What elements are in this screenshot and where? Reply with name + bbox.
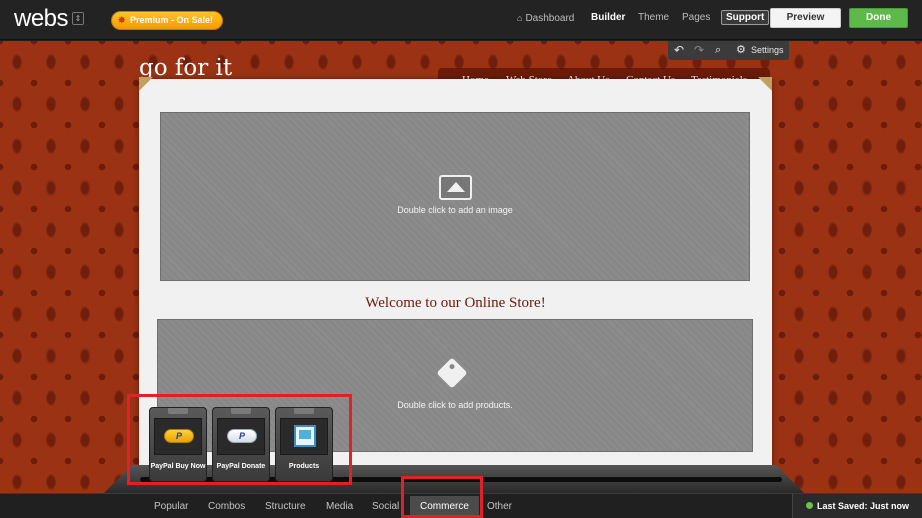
tab-media[interactable]: Media: [326, 494, 353, 518]
home-icon: ⌂: [517, 13, 523, 23]
panel-corner-left: [139, 77, 153, 91]
undo-icon[interactable]: ↶: [674, 41, 684, 60]
nav-theme[interactable]: Theme: [638, 0, 669, 36]
nav-pages[interactable]: Pages: [682, 0, 710, 36]
premium-label: Premium - On Sale!: [130, 15, 214, 25]
star-icon: ✸: [118, 15, 126, 25]
nav-builder[interactable]: Builder: [591, 0, 625, 36]
tab-popular[interactable]: Popular: [154, 494, 188, 518]
gear-icon[interactable]: ⚙: [736, 41, 746, 60]
nav-dashboard[interactable]: ⌂ Dashboard: [517, 0, 574, 36]
tab-structure[interactable]: Structure: [265, 494, 306, 518]
preview-button[interactable]: Preview: [770, 8, 841, 28]
redo-icon[interactable]: ↷: [694, 41, 704, 60]
commerce-tab-highlight-box: [401, 476, 483, 518]
saved-status-icon: [806, 502, 813, 509]
nav-support[interactable]: Support: [721, 10, 770, 25]
panel-corner-right: [758, 77, 772, 91]
widgets-highlight-box: [127, 394, 352, 485]
site-switcher-icon[interactable]: ⇕: [72, 12, 84, 25]
welcome-heading[interactable]: Welcome to our Online Store!: [139, 295, 772, 312]
top-bar: webs ⇕ ✸ Premium - On Sale! ⌂ Dashboard B…: [0, 0, 922, 40]
image-placeholder[interactable]: Double click to add an image: [160, 112, 750, 281]
premium-sale-button[interactable]: ✸ Premium - On Sale!: [111, 11, 224, 30]
edit-toolbar: ↶ ↷ ⌕ ⚙ Settings: [668, 41, 789, 60]
search-icon[interactable]: ⌕: [715, 41, 721, 60]
tab-combos[interactable]: Combos: [208, 494, 245, 518]
tag-icon: [436, 357, 468, 389]
nav-dashboard-label: Dashboard: [525, 13, 575, 24]
tab-social[interactable]: Social: [372, 494, 399, 518]
image-placeholder-text: Double click to add an image: [397, 205, 513, 215]
settings-button[interactable]: Settings: [751, 41, 784, 60]
webs-logo[interactable]: webs: [14, 5, 69, 33]
tab-other[interactable]: Other: [487, 494, 512, 518]
image-icon: [439, 175, 472, 200]
done-button[interactable]: Done: [849, 8, 908, 28]
